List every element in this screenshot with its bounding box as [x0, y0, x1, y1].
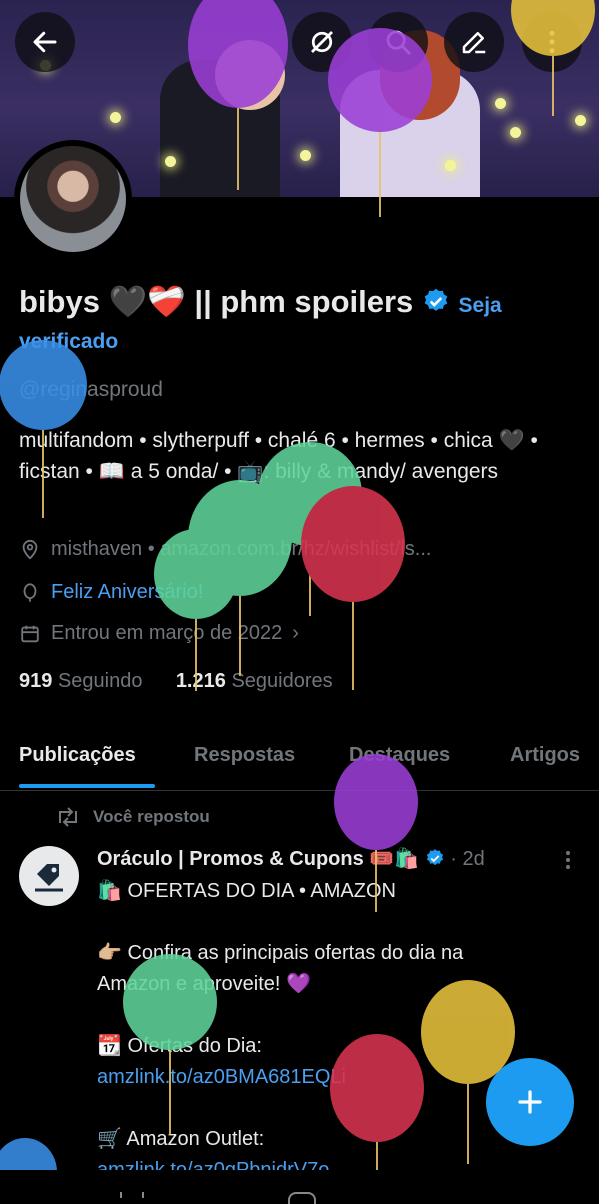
- post-line: Amazon e aproveite! 💜: [97, 973, 311, 995]
- tab-publicacoes[interactable]: Publicações: [19, 744, 136, 767]
- edit-button[interactable]: [444, 12, 504, 72]
- sync-button[interactable]: [292, 12, 352, 72]
- post-line: [97, 907, 567, 938]
- follow-stats: 919 Seguindo 1.216 Seguidores: [19, 670, 333, 693]
- post-line: 👉🏼 Confira as principais ofertas do dia …: [97, 942, 464, 964]
- location-pin-icon: [22, 539, 38, 560]
- joined-text: Entrou em março de 2022: [51, 622, 283, 644]
- verified-badge-icon: [424, 288, 448, 311]
- post-body: 🛍️ OFERTAS DO DIA • AMAZON 👉🏼 Confira as…: [97, 876, 567, 1186]
- repost-label: Você repostou: [93, 807, 210, 826]
- search-button[interactable]: [368, 12, 428, 72]
- profile-website[interactable]: misthaven • amazon.com.br/hz/wishlist/ls…: [19, 538, 431, 561]
- balloon-green: [188, 480, 292, 676]
- more-vertical-icon: [566, 851, 570, 869]
- home-icon[interactable]: [288, 1192, 316, 1204]
- profile-tabs: Publicações Respostas Destaques Artigos: [0, 740, 599, 791]
- chevron-right-icon: ›: [292, 622, 299, 644]
- compose-button[interactable]: [486, 1058, 574, 1146]
- post-line: 🛍️ OFERTAS DO DIA • AMAZON: [97, 880, 396, 902]
- birthday-text: Feliz Aniversário!: [51, 581, 204, 603]
- get-verified-link-continued[interactable]: verificado: [19, 330, 118, 354]
- post-author-name[interactable]: Oráculo | Promos & Cupons 🎟️🛍️: [97, 848, 419, 870]
- more-vertical-icon: [549, 30, 555, 54]
- following-stat[interactable]: 919 Seguindo: [19, 670, 142, 692]
- tab-respostas[interactable]: Respostas: [194, 744, 295, 767]
- followers-stat[interactable]: 1.216 Seguidores: [176, 670, 333, 692]
- more-button[interactable]: [522, 12, 582, 72]
- back-button[interactable]: [15, 12, 75, 72]
- post-time: · 2d: [450, 848, 485, 870]
- post-more-button[interactable]: [560, 848, 576, 877]
- balloon-icon: [23, 582, 37, 602]
- recents-icon[interactable]: [120, 1192, 144, 1198]
- get-verified-link[interactable]: Seja: [459, 294, 502, 317]
- tab-destaques[interactable]: Destaques: [349, 744, 450, 767]
- display-name: bibys 🖤❤️‍🩹 || phm spoilers Seja: [19, 283, 502, 320]
- repost-icon: [59, 807, 77, 827]
- followers-count: 1.216: [175, 670, 226, 692]
- tab-artigos[interactable]: Artigos: [510, 744, 580, 767]
- post-line: 📆 Ofertas do Dia:: [97, 1035, 262, 1057]
- profile-joined[interactable]: Entrou em março de 2022 ›: [19, 622, 299, 645]
- system-nav-bar: [0, 1170, 599, 1204]
- search-icon: [386, 30, 411, 55]
- website-link[interactable]: misthaven • amazon.com.br/hz/wishlist/ls…: [51, 538, 431, 561]
- tag-logo-icon: [35, 864, 63, 892]
- verified-badge-icon: [426, 849, 443, 866]
- profile-handle: @reginasproud: [19, 378, 163, 401]
- plus-icon: [518, 1090, 542, 1114]
- post-line: [97, 1000, 567, 1031]
- calendar-icon: [21, 625, 39, 642]
- following-count: 919: [19, 670, 53, 692]
- followers-label: Seguidores: [231, 670, 333, 692]
- sync-off-icon: [311, 31, 333, 53]
- following-label: Seguindo: [57, 670, 143, 692]
- profile-bio: multifandom • slytherpuff • chalé 6 • he…: [19, 429, 538, 483]
- edit-icon: [462, 32, 486, 54]
- banner-face-left: [215, 40, 285, 110]
- repost-indicator: Você repostou: [55, 806, 210, 828]
- post-header: Oráculo | Promos & Cupons 🎟️🛍️ · 2d: [97, 846, 485, 871]
- display-name-text: bibys 🖤❤️‍🩹 || phm spoilers: [19, 284, 414, 319]
- profile-avatar[interactable]: [14, 140, 132, 258]
- active-tab-indicator: [19, 784, 155, 788]
- post-author-avatar[interactable]: [19, 846, 79, 906]
- profile-birthday: Feliz Aniversário!: [19, 581, 203, 604]
- balloon-red: [301, 486, 405, 690]
- arrow-left-icon: [33, 31, 57, 53]
